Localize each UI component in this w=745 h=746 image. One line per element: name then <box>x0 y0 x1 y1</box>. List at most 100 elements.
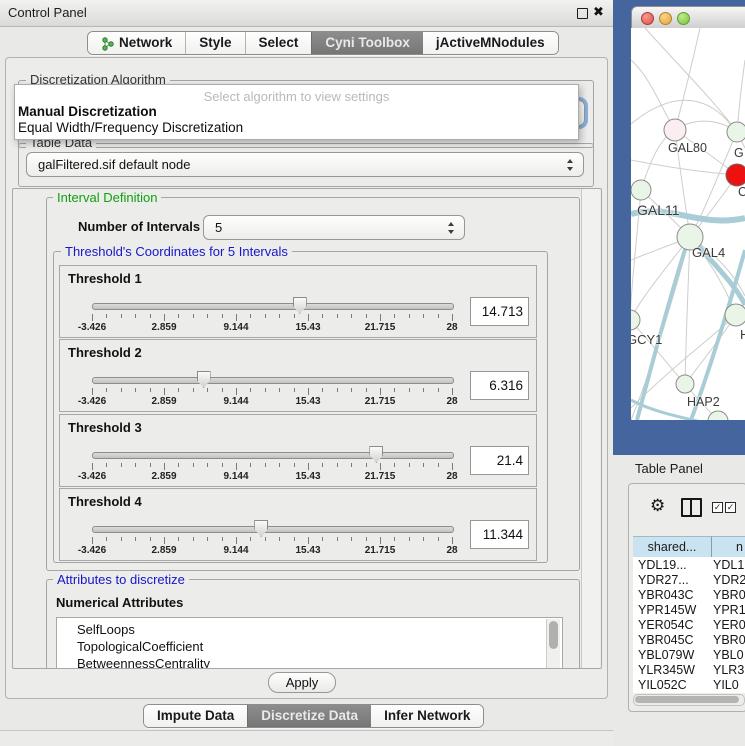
cell-shared-name: YPR145W <box>638 603 696 617</box>
table-hscrollbar[interactable] <box>633 694 745 706</box>
slider-tick <box>452 388 453 395</box>
table-data-combobox[interactable]: galFiltered.sif default node <box>26 152 584 177</box>
table-row[interactable]: YBL079WYBL0 <box>633 648 745 663</box>
tab-cyni-toolbox[interactable]: Cyni Toolbox <box>311 32 423 54</box>
node-label[interactable]: GCY1 <box>631 332 662 347</box>
slider-tick <box>222 388 223 392</box>
tab-style[interactable]: Style <box>185 32 244 54</box>
slider-tick-label: 9.144 <box>223 322 248 333</box>
settings-scrollbar[interactable] <box>581 189 600 668</box>
cell-shared-name: YBR045C <box>638 633 694 647</box>
table-row[interactable]: YDL19...YDL1 <box>633 558 745 573</box>
slider-tick <box>322 388 323 392</box>
threshold-slider-track[interactable] <box>92 526 454 533</box>
thresholds-group-title: Threshold's Coordinates for 5 Intervals <box>61 244 292 259</box>
tab-network[interactable]: Network <box>88 32 185 54</box>
network-window-titlebar[interactable] <box>631 6 745 30</box>
slider-tick <box>265 388 266 392</box>
node-label[interactable]: GAL4 <box>692 245 725 260</box>
slider-tick-label: 2.859 <box>151 471 176 482</box>
threshold-slider-thumb[interactable] <box>369 446 383 463</box>
popup-option-equal-width[interactable]: Equal Width/Frequency Discretization <box>18 120 243 135</box>
table-hscrollbar-thumb[interactable] <box>635 696 739 703</box>
slider-tick <box>106 388 107 392</box>
node-label[interactable]: HAP2 <box>687 395 720 409</box>
threshold-slider-track[interactable] <box>92 377 454 384</box>
threshold-slider-thumb[interactable] <box>293 297 307 314</box>
gear-icon[interactable]: ⚙ <box>650 496 665 516</box>
control-panel-title: Control Panel <box>8 5 87 20</box>
cell-shared-name: YER054C <box>638 618 694 632</box>
zoom-window-icon[interactable] <box>677 12 690 25</box>
numerical-attributes-list[interactable]: SelfLoops TopologicalCoefficient Betweenne… <box>56 617 563 669</box>
node-label[interactable]: GAL11 <box>637 202 680 218</box>
column-header-name[interactable]: n <box>712 536 745 558</box>
slider-tick <box>308 388 309 395</box>
table-row[interactable]: YDR27...YDR2 <box>633 573 745 588</box>
split-view-icon[interactable] <box>681 498 702 517</box>
float-panel-icon[interactable] <box>577 8 588 19</box>
cell-shared-name: YDR27... <box>638 573 689 587</box>
tab-infer-network[interactable]: Infer Network <box>371 705 483 727</box>
slider-tick <box>322 314 323 318</box>
threshold-value-field[interactable]: 21.4 <box>470 446 529 475</box>
control-panel-titlebar <box>0 0 613 27</box>
node-label[interactable]: H <box>740 327 745 342</box>
threshold-slider-thumb[interactable] <box>254 520 268 537</box>
threshold-value-field[interactable]: 14.713 <box>470 297 529 326</box>
node-label[interactable]: C <box>738 185 745 199</box>
attribute-list-item[interactable]: TopologicalCoefficient <box>77 639 203 654</box>
slider-tick <box>135 388 136 392</box>
node-label[interactable]: GAL80 <box>668 141 707 155</box>
tab-discretize-data[interactable]: Discretize Data <box>247 705 371 727</box>
table-row[interactable]: YBR045C YBR0 <box>633 633 745 648</box>
table-row[interactable]: YPR145WYPR1 <box>633 603 745 618</box>
cell-name: YIL0 <box>713 678 739 692</box>
number-of-intervals-combobox[interactable]: 5 <box>203 215 465 240</box>
threshold-slider-thumb[interactable] <box>197 371 211 388</box>
popup-option-manual-discretization[interactable]: Manual Discretization <box>18 104 157 119</box>
slider-tick <box>121 463 122 467</box>
node-table[interactable]: YDL19...YDL1YDR27...YDR2YBR043CYBR0YPR14… <box>633 557 745 693</box>
checkbox-icon[interactable]: ✓ <box>725 502 736 513</box>
slider-tick <box>164 537 165 544</box>
cell-name: YBR0 <box>713 633 745 647</box>
tab-jactivemnodules[interactable]: jActiveMNodules <box>423 32 558 54</box>
threshold-slider-track[interactable] <box>92 452 454 459</box>
slider-tick <box>308 314 309 321</box>
cell-name: YBR0 <box>713 588 745 602</box>
column-header-shared-name[interactable]: shared... <box>633 536 712 558</box>
slider-tick <box>92 463 93 470</box>
attribute-list-item[interactable]: SelfLoops <box>77 622 135 637</box>
threshold-value-field[interactable]: 6.316 <box>470 371 529 400</box>
tab-select[interactable]: Select <box>245 32 312 54</box>
checkbox-icon[interactable]: ✓ <box>712 502 723 513</box>
apply-button[interactable]: Apply <box>268 672 336 693</box>
slider-tick-label: -3.426 <box>78 396 106 407</box>
list-scrollbar[interactable] <box>546 619 560 669</box>
table-row[interactable]: YIL052CYIL0 <box>633 678 745 693</box>
minimize-window-icon[interactable] <box>659 12 672 25</box>
slider-tick-label: 2.859 <box>151 322 176 333</box>
table-row[interactable]: YBR043CYBR0 <box>633 588 745 603</box>
slider-tick <box>351 314 352 318</box>
cell-shared-name: YDL19... <box>638 558 687 572</box>
table-row[interactable]: YER054CYER0 <box>633 618 745 633</box>
threshold-value-field[interactable]: 11.344 <box>470 520 529 549</box>
attribute-list-item[interactable]: BetweennessCentrality <box>77 656 210 669</box>
slider-tick <box>92 314 93 321</box>
network-canvas[interactable]: GAL80 G C GAL11 GAL4 GCY1 H HAP2 <box>631 28 745 420</box>
slider-tick <box>236 314 237 321</box>
table-row[interactable]: YLR345WYLR3 <box>633 663 745 678</box>
threshold-row: Threshold 2-3.4262.8599.14415.4321.71528… <box>59 339 537 412</box>
table-data-value: galFiltered.sif default node <box>38 153 190 176</box>
threshold-row: Threshold 4-3.4262.8599.14415.4321.71528… <box>59 488 537 561</box>
node-label[interactable]: G <box>734 146 744 160</box>
slider-tick <box>308 537 309 544</box>
close-panel-icon[interactable]: ✖ <box>593 4 604 20</box>
slider-tick <box>207 463 208 467</box>
tab-impute-data[interactable]: Impute Data <box>144 705 247 727</box>
slider-tick <box>265 463 266 467</box>
close-window-icon[interactable] <box>641 12 654 25</box>
threshold-slider-track[interactable] <box>92 303 454 310</box>
